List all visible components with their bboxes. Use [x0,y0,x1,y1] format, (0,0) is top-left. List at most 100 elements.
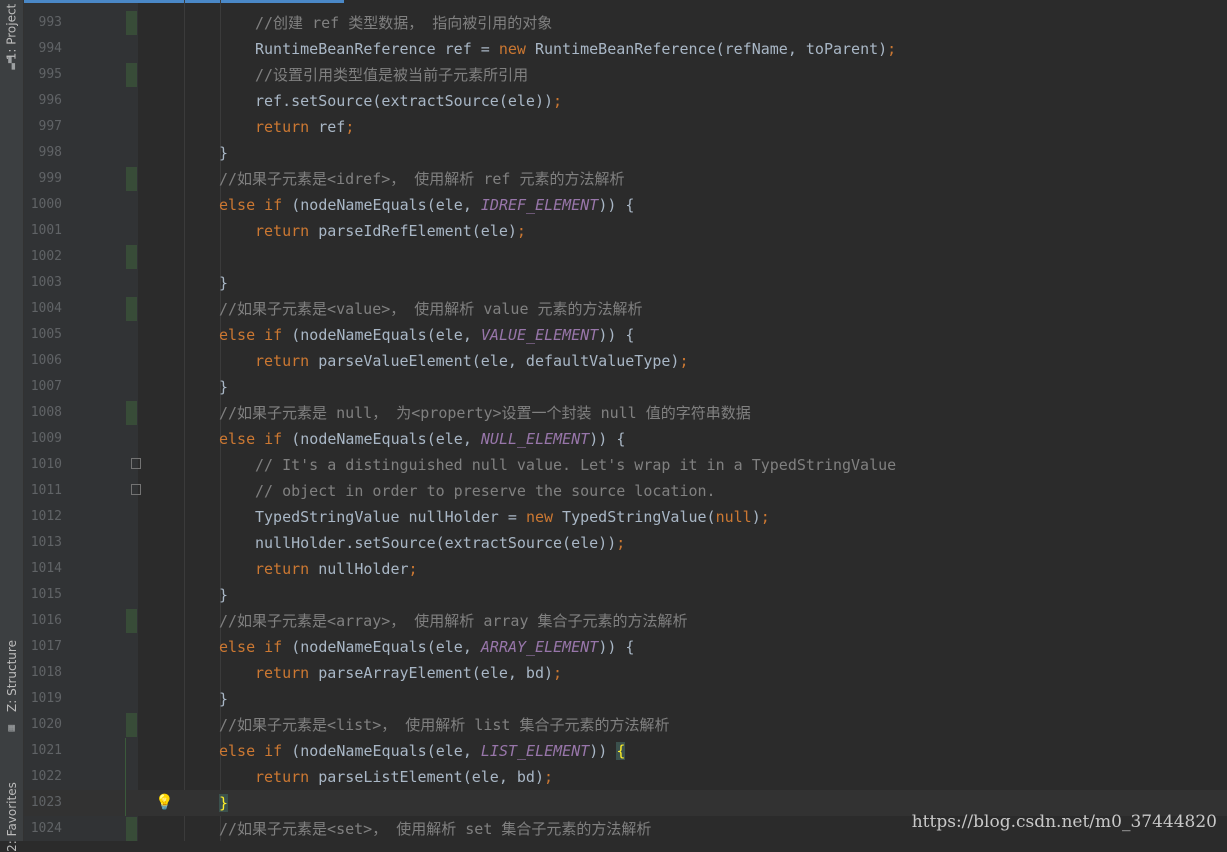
keyword: else if [219,430,283,448]
code-line[interactable]: 1022 return parseListElement(ele, bd); [24,764,1227,790]
code-line[interactable]: 1014 return nullHolder; [24,556,1227,582]
line-number: 1013 [30,535,62,550]
fold-collapse-icon[interactable] [131,458,141,469]
code-line[interactable]: 997 return ref; [24,114,1227,140]
line-number: 1020 [30,717,62,732]
favorites-tool-tab[interactable]: 2: Favorites ★ [0,760,23,852]
code-line[interactable]: 1004 //如果子元素是<value>， 使用解析 value 元素的方法解析 [24,296,1227,322]
code-text: return ref; [255,118,354,136]
semicolon: ; [679,352,689,370]
code-line[interactable]: 1019 } [24,686,1227,712]
code-text: TypedStringValue nullHolder = new TypedS… [255,508,770,526]
code-line[interactable]: 1003 } [24,270,1227,296]
semicolon: ; [345,118,355,136]
code-line[interactable]: 1007 } [24,374,1227,400]
vcs-change-marker [126,245,137,269]
vcs-change-line [125,764,126,790]
code-text: //如果子元素是<value>， 使用解析 value 元素的方法解析 [219,300,643,318]
line-number: 1014 [30,561,62,576]
keyword: return [255,352,310,370]
fold-end-icon[interactable] [131,484,141,495]
semicolon: ; [760,508,770,526]
code-line[interactable]: 1001 return parseIdRefElement(ele); [24,218,1227,244]
code-token: parseArrayElement(ele, bd) [309,664,554,682]
code-line[interactable]: 1020 //如果子元素是<list>， 使用解析 list 集合子元素的方法解… [24,712,1227,738]
code-text: return parseArrayElement(ele, bd); [255,664,562,682]
comment: //如果子元素是<list>， 使用解析 list 集合子元素的方法解析 [219,716,670,734]
lightbulb-icon[interactable]: 💡 [155,793,174,811]
line-number: 1009 [30,431,62,446]
line-number: 1016 [30,613,62,628]
code-line[interactable]: 996 ref.setSource(extractSource(ele)); [24,88,1227,114]
code-text: //如果子元素是 null， 为<property>设置一个封装 null 值的… [219,404,751,422]
code-line[interactable]: 1021 else if (nodeNameEquals(ele, LIST_E… [24,738,1227,764]
keyword: return [255,118,310,136]
keyword: new [498,40,526,58]
code-line[interactable]: 1015 } [24,582,1227,608]
line-number: 1008 [30,405,62,420]
code-line[interactable]: 994 RuntimeBeanReference ref = new Runti… [24,36,1227,62]
code-line[interactable]: 1000 else if (nodeNameEquals(ele, IDREF_… [24,192,1227,218]
code-line[interactable]: 1017 else if (nodeNameEquals(ele, ARRAY_… [24,634,1227,660]
line-number: 1003 [30,275,62,290]
code-line[interactable]: 1011 // object in order to preserve the … [24,478,1227,504]
code-line[interactable]: 1008 //如果子元素是 null， 为<property>设置一个封装 nu… [24,400,1227,426]
semicolon: ; [544,768,554,786]
code-token: parseValueElement(ele, defaultValueType) [309,352,680,370]
code-line[interactable]: 1012 TypedStringValue nullHolder = new T… [24,504,1227,530]
comment: // It's a distinguished null value. Let'… [255,456,897,474]
code-line[interactable]: 1009 else if (nodeNameEquals(ele, NULL_E… [24,426,1227,452]
code-token: )) { [598,196,635,214]
code-text: else if (nodeNameEquals(ele, NULL_ELEMEN… [219,430,625,448]
constant: NULL_ELEMENT [480,430,590,448]
line-number: 1006 [30,353,62,368]
keyword: null [715,508,752,526]
vcs-change-marker [126,401,137,425]
code-token: RuntimeBeanReference ref = [255,40,499,58]
structure-tool-tab[interactable]: Z: Structure ▦ [0,636,23,736]
code-line[interactable]: 999 //如果子元素是<idref>， 使用解析 ref 元素的方法解析 [24,166,1227,192]
vcs-change-marker [126,713,137,737]
vcs-change-line [125,790,126,816]
watermark: https://blog.csdn.net/m0_37444820 [911,812,1217,832]
code-line[interactable]: 1018 return parseArrayElement(ele, bd); [24,660,1227,686]
code-token: )) [589,742,617,760]
vcs-change-marker [126,297,137,321]
comment: // object in order to preserve the sourc… [255,482,716,500]
constant: LIST_ELEMENT [480,742,590,760]
structure-icon: ▦ [8,720,15,734]
code-token: ref.setSource(extractSource(ele)) [255,92,554,110]
line-number: 1023 [30,795,62,810]
code-line[interactable]: 993 //创建 ref 类型数据， 指向被引用的对象 [24,10,1227,36]
comment: //如果子元素是<array>， 使用解析 array 集合子元素的方法解析 [219,612,688,630]
code-text: return parseValueElement(ele, defaultVal… [255,352,688,370]
code-line[interactable]: 1005 else if (nodeNameEquals(ele, VALUE_… [24,322,1227,348]
code-line[interactable]: 1013 nullHolder.setSource(extractSource(… [24,530,1227,556]
line-number: 996 [38,93,62,108]
vcs-change-marker [126,11,137,35]
code-token: (nodeNameEquals(ele, [282,326,481,344]
code-token: ref [309,118,346,136]
code-line[interactable]: 998 } [24,140,1227,166]
line-number: 1022 [30,769,62,784]
code-text: return parseIdRefElement(ele); [255,222,526,240]
project-tool-tab[interactable]: 1: Project ▚ [0,0,23,74]
keyword: return [255,768,310,786]
matched-brace: } [219,794,229,812]
constant: ARRAY_ELEMENT [480,638,599,656]
vcs-change-marker [126,817,137,841]
code-line[interactable]: 1002 [24,244,1227,270]
semicolon: ; [887,40,897,58]
code-line[interactable]: 995 //设置引用类型值是被当前子元素所引用 [24,62,1227,88]
code-token: )) { [598,326,635,344]
code-token: parseIdRefElement(ele) [309,222,517,240]
code-text: } [219,586,228,604]
code-line[interactable]: 1010 // It's a distinguished null value.… [24,452,1227,478]
code-text: } [219,794,229,812]
code-text: return parseListElement(ele, bd); [255,768,553,786]
line-number: 997 [38,119,62,134]
code-line[interactable]: 1006 return parseValueElement(ele, defau… [24,348,1227,374]
code-text: ref.setSource(extractSource(ele)); [255,92,562,110]
semicolon: ; [408,560,418,578]
code-line[interactable]: 1016 //如果子元素是<array>， 使用解析 array 集合子元素的方… [24,608,1227,634]
